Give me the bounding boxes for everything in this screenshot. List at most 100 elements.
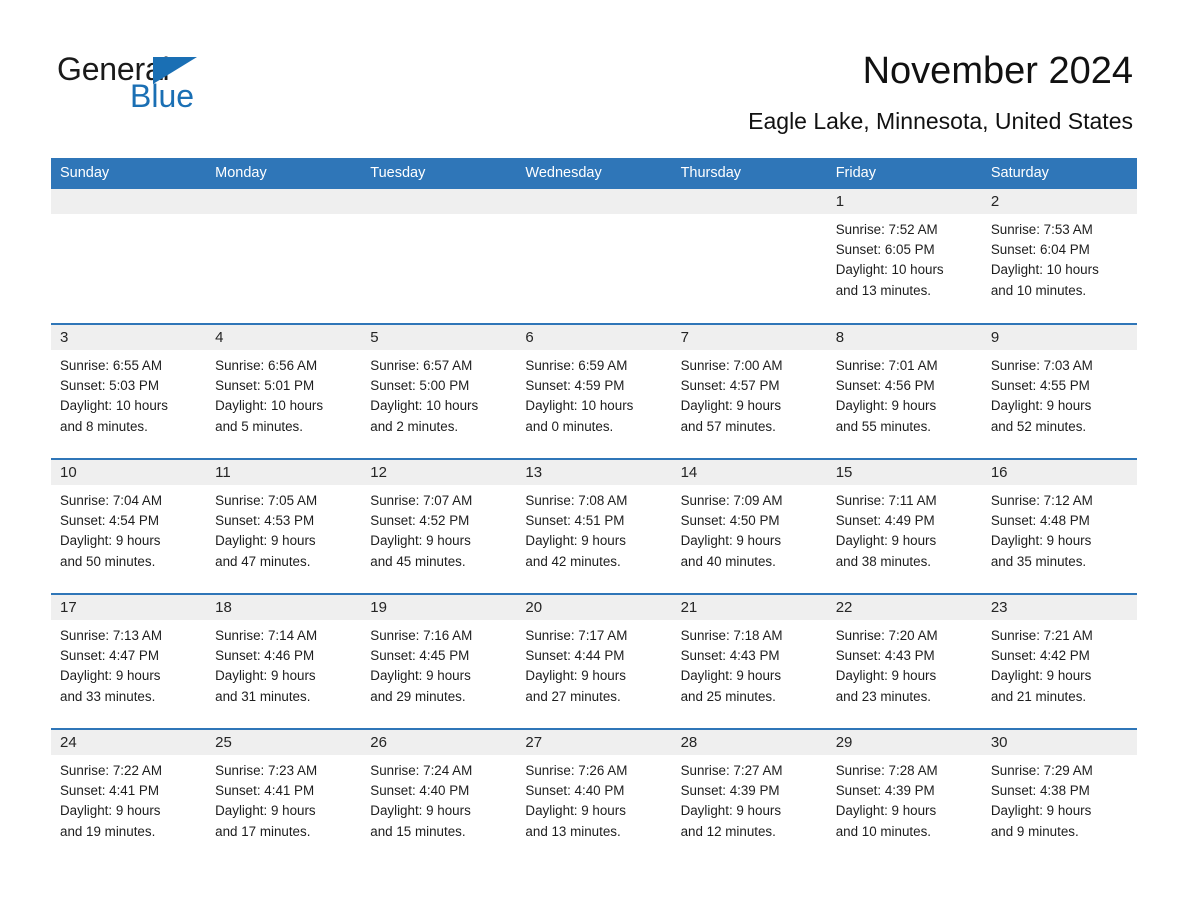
calendar-day-cell[interactable]: 14 Sunrise: 7:09 AM Sunset: 4:50 PM Dayligh… bbox=[671, 458, 827, 594]
weekday-header-row: Sunday Monday Tuesday Wednesday Thursday Frid… bbox=[51, 158, 1137, 189]
day-number bbox=[51, 189, 207, 214]
day-detail-block: Sunrise: 7:16 AM Sunset: 4:45 PM Daylight:… bbox=[361, 620, 516, 707]
calendar-day-cell[interactable]: 20 Sunrise: 7:17 AM Sunset: 4:44 PM Dayligh… bbox=[516, 593, 672, 729]
general-blue-logo[interactable]: General Blue bbox=[57, 52, 257, 114]
day-detail-line: and 21 minutes. bbox=[990, 688, 1087, 704]
calendar-day-cell[interactable]: 17 Sunrise: 7:13 AM Sunset: 4:47 PM Dayligh… bbox=[51, 593, 207, 729]
day-number bbox=[361, 189, 517, 214]
day-detail-line: Sunrise: 7:29 AM bbox=[990, 763, 1093, 778]
day-detail-line: Daylight: 9 hours bbox=[60, 668, 161, 684]
day-detail-line: and 25 minutes. bbox=[680, 688, 776, 704]
calendar-day-cell[interactable]: 6 Sunrise: 6:59 AM Sunset: 4:59 PM Daylight… bbox=[516, 323, 672, 459]
day-detail-line: Sunrise: 7:08 AM bbox=[525, 493, 628, 508]
day-detail-line: and 15 minutes. bbox=[370, 823, 466, 839]
day-detail-block: Sunrise: 6:59 AM Sunset: 4:59 PM Daylight:… bbox=[516, 350, 671, 437]
day-detail-line: and 50 minutes. bbox=[60, 553, 156, 569]
day-detail-line: Sunrise: 7:01 AM bbox=[835, 358, 938, 373]
calendar-day-cell[interactable]: 12 Sunrise: 7:07 AM Sunset: 4:52 PM Dayligh… bbox=[361, 458, 517, 594]
calendar-day-cell[interactable]: 22 Sunrise: 7:20 AM Sunset: 4:43 PM Dayligh… bbox=[826, 593, 982, 729]
day-detail-block: Sunrise: 7:52 AM Sunset: 6:05 PM Daylight:… bbox=[827, 214, 982, 301]
day-detail-block bbox=[51, 214, 206, 220]
calendar-day-cell[interactable]: 25 Sunrise: 7:23 AM Sunset: 4:41 PM Dayligh… bbox=[206, 728, 362, 864]
day-detail-line: and 45 minutes. bbox=[370, 553, 466, 569]
day-detail-line: Sunrise: 7:24 AM bbox=[370, 763, 473, 778]
calendar-day-cell[interactable]: 4 Sunrise: 6:56 AM Sunset: 5:01 PM Daylight… bbox=[206, 323, 362, 459]
day-number: 27 bbox=[516, 730, 672, 755]
weekday-header-tuesday: Tuesday bbox=[361, 158, 517, 189]
day-detail-line: Sunrise: 7:16 AM bbox=[370, 628, 473, 643]
calendar-day-cell[interactable]: 18 Sunrise: 7:14 AM Sunset: 4:46 PM Dayligh… bbox=[206, 593, 362, 729]
day-detail-line: and 19 minutes. bbox=[60, 823, 156, 839]
calendar-day-cell[interactable]: 13 Sunrise: 7:08 AM Sunset: 4:51 PM Dayligh… bbox=[516, 458, 672, 594]
day-detail-block: Sunrise: 7:13 AM Sunset: 4:47 PM Daylight:… bbox=[51, 620, 206, 707]
day-detail-block: Sunrise: 7:21 AM Sunset: 4:42 PM Daylight:… bbox=[982, 620, 1137, 707]
calendar-day-cell[interactable]: 21 Sunrise: 7:18 AM Sunset: 4:43 PM Dayligh… bbox=[671, 593, 827, 729]
day-detail-line: and 10 minutes. bbox=[835, 823, 931, 839]
calendar-day-cell[interactable]: 15 Sunrise: 7:11 AM Sunset: 4:49 PM Dayligh… bbox=[826, 458, 982, 594]
day-detail-line: Daylight: 9 hours bbox=[990, 668, 1092, 684]
calendar-day-cell[interactable]: 9 Sunrise: 7:03 AM Sunset: 4:55 PM Daylight… bbox=[981, 323, 1137, 459]
calendar-day-cell[interactable]: 16 Sunrise: 7:12 AM Sunset: 4:48 PM Dayligh… bbox=[981, 458, 1137, 594]
page-title: November 2024 bbox=[862, 50, 1133, 92]
calendar-week-row: 17 Sunrise: 7:13 AM Sunset: 4:47 PM Dayligh… bbox=[51, 593, 1137, 729]
day-detail-line: Sunset: 4:44 PM bbox=[525, 648, 625, 664]
day-number: 12 bbox=[361, 460, 517, 485]
day-detail-block: Sunrise: 6:55 AM Sunset: 5:03 PM Daylight:… bbox=[51, 350, 206, 437]
day-detail-block: Sunrise: 7:09 AM Sunset: 4:50 PM Daylight:… bbox=[672, 485, 827, 572]
day-detail-line: Sunset: 4:56 PM bbox=[835, 378, 935, 394]
weekday-header-thursday: Thursday bbox=[671, 158, 827, 189]
day-detail-line: Daylight: 10 hours bbox=[60, 398, 168, 414]
day-detail-line: Sunset: 4:54 PM bbox=[60, 513, 159, 529]
calendar-day-cell-empty bbox=[671, 189, 827, 324]
calendar-week-row: 10 Sunrise: 7:04 AM Sunset: 4:54 PM Dayligh… bbox=[51, 458, 1137, 594]
day-detail-line: Sunrise: 7:26 AM bbox=[525, 763, 628, 778]
calendar-day-cell[interactable]: 28 Sunrise: 7:27 AM Sunset: 4:39 PM Dayligh… bbox=[671, 728, 827, 864]
day-number: 5 bbox=[361, 325, 517, 350]
day-detail-line: Sunset: 4:43 PM bbox=[835, 648, 935, 664]
day-detail-block: Sunrise: 7:24 AM Sunset: 4:40 PM Daylight:… bbox=[361, 755, 516, 842]
day-detail-line: Sunrise: 6:57 AM bbox=[370, 358, 473, 373]
calendar-day-cell[interactable]: 5 Sunrise: 6:57 AM Sunset: 5:00 PM Daylight… bbox=[361, 323, 517, 459]
calendar-day-cell[interactable]: 23 Sunrise: 7:21 AM Sunset: 4:42 PM Dayligh… bbox=[981, 593, 1137, 729]
day-detail-line: and 33 minutes. bbox=[60, 688, 156, 704]
day-detail-line: Daylight: 9 hours bbox=[215, 803, 316, 819]
day-detail-line: Sunset: 4:40 PM bbox=[525, 783, 625, 799]
day-number: 21 bbox=[671, 595, 827, 620]
calendar-day-cell[interactable]: 30 Sunrise: 7:29 AM Sunset: 4:38 PM Dayligh… bbox=[981, 728, 1137, 864]
day-number: 17 bbox=[51, 595, 207, 620]
calendar-day-cell[interactable]: 29 Sunrise: 7:28 AM Sunset: 4:39 PM Dayligh… bbox=[826, 728, 982, 864]
day-detail-line: Daylight: 9 hours bbox=[215, 533, 316, 549]
day-number: 2 bbox=[981, 189, 1137, 214]
calendar-day-cell[interactable]: 8 Sunrise: 7:01 AM Sunset: 4:56 PM Daylight… bbox=[826, 323, 982, 459]
calendar-day-cell-empty bbox=[516, 189, 672, 324]
day-detail-block: Sunrise: 7:00 AM Sunset: 4:57 PM Daylight:… bbox=[672, 350, 827, 437]
calendar-day-cell[interactable]: 10 Sunrise: 7:04 AM Sunset: 4:54 PM Dayligh… bbox=[51, 458, 207, 594]
calendar-day-cell[interactable]: 2 Sunrise: 7:53 AM Sunset: 6:04 PM Daylight… bbox=[981, 189, 1137, 324]
day-detail-line: Sunset: 4:39 PM bbox=[680, 783, 780, 799]
day-detail-block: Sunrise: 7:29 AM Sunset: 4:38 PM Daylight:… bbox=[982, 755, 1137, 842]
calendar-day-cell[interactable]: 27 Sunrise: 7:26 AM Sunset: 4:40 PM Dayligh… bbox=[516, 728, 672, 864]
day-detail-line: Sunset: 4:53 PM bbox=[215, 513, 315, 529]
day-detail-line: Sunrise: 7:12 AM bbox=[990, 493, 1093, 508]
day-detail-block: Sunrise: 7:23 AM Sunset: 4:41 PM Daylight:… bbox=[206, 755, 361, 842]
day-detail-line: Daylight: 9 hours bbox=[370, 533, 471, 549]
location-subtitle: Eagle Lake, Minnesota, United States bbox=[748, 108, 1133, 134]
day-detail-line: Sunset: 6:05 PM bbox=[835, 242, 935, 258]
day-detail-line: Sunrise: 6:59 AM bbox=[525, 358, 628, 373]
calendar-day-cell[interactable]: 19 Sunrise: 7:16 AM Sunset: 4:45 PM Dayligh… bbox=[361, 593, 517, 729]
day-detail-line: Sunrise: 7:21 AM bbox=[990, 628, 1093, 643]
calendar-day-cell[interactable]: 3 Sunrise: 6:55 AM Sunset: 5:03 PM Daylight… bbox=[51, 323, 207, 459]
day-detail-line: Sunset: 4:39 PM bbox=[835, 783, 935, 799]
day-detail-line: Daylight: 10 hours bbox=[525, 398, 634, 414]
calendar-day-cell[interactable]: 26 Sunrise: 7:24 AM Sunset: 4:40 PM Dayligh… bbox=[361, 728, 517, 864]
day-detail-line: Sunrise: 7:14 AM bbox=[215, 628, 318, 643]
calendar-day-cell[interactable]: 24 Sunrise: 7:22 AM Sunset: 4:41 PM Dayligh… bbox=[51, 728, 207, 864]
day-detail-block: Sunrise: 7:08 AM Sunset: 4:51 PM Daylight:… bbox=[516, 485, 671, 572]
day-number: 3 bbox=[51, 325, 207, 350]
calendar-day-cell[interactable]: 1 Sunrise: 7:52 AM Sunset: 6:05 PM Daylight… bbox=[826, 189, 982, 324]
day-detail-line: Daylight: 10 hours bbox=[835, 262, 944, 278]
day-detail-line: Sunrise: 7:04 AM bbox=[60, 493, 162, 508]
calendar-day-cell[interactable]: 11 Sunrise: 7:05 AM Sunset: 4:53 PM Dayligh… bbox=[206, 458, 362, 594]
day-detail-line: and 23 minutes. bbox=[835, 688, 931, 704]
calendar-day-cell[interactable]: 7 Sunrise: 7:00 AM Sunset: 4:57 PM Daylight… bbox=[671, 323, 827, 459]
